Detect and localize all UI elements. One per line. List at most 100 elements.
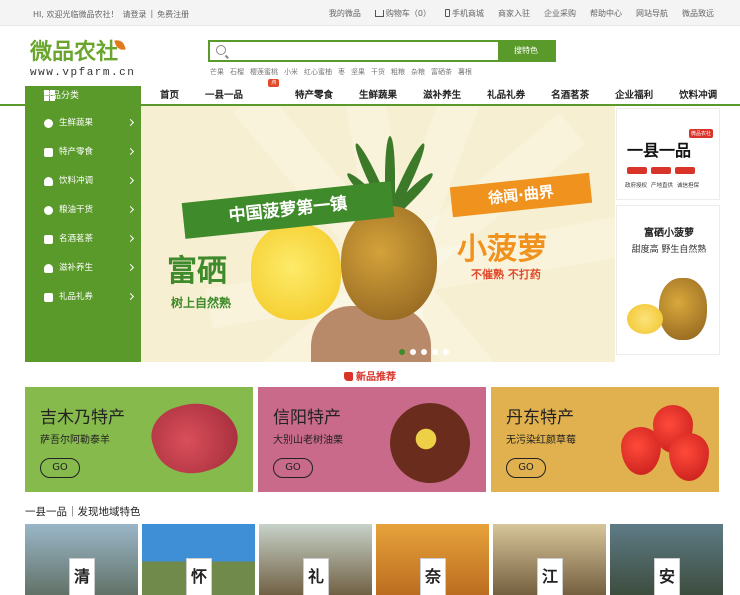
site-nav-link[interactable]: 网站导航: [636, 8, 668, 19]
region-section-title: 一县一品｜发现地域特色: [25, 506, 141, 518]
main-nav: 商品分类 首页 一县一品 热 特产零食 生鲜蔬果 滋补养生 礼品礼券 名酒茗茶 企…: [0, 79, 740, 106]
site-logo[interactable]: 微品农社 www.vpfarm.cn: [30, 34, 150, 80]
product-card-chestnut[interactable]: 信阳特产 大别山老树油栗 GO: [258, 387, 486, 492]
top-bar-links: 我的微品 购物车（0） 手机商城 商家入驻 企业采购 帮助中心 网站导航 微品致…: [329, 8, 714, 19]
promo-card-footer: 政府授权 产地直供 诚信担保: [625, 181, 699, 189]
hero-banner[interactable]: 中国菠萝第一镇 徐闻·曲界 富硒 树上自然熟 小菠萝 不催熟 不打药: [141, 106, 615, 362]
drink-icon: [44, 177, 53, 186]
product-card-lamb[interactable]: 吉木乃特产 萨吾尔阿勒泰羊 GO: [25, 387, 253, 492]
banner-headline-right: 小菠萝: [457, 232, 547, 267]
hotword[interactable]: 小米: [284, 67, 298, 77]
hotword[interactable]: 富硒茶: [431, 67, 452, 77]
carousel-dot[interactable]: [421, 349, 427, 355]
carousel-dot[interactable]: [399, 349, 405, 355]
logo-mark: 微品农社: [30, 34, 150, 66]
hotword[interactable]: 干货: [371, 67, 385, 77]
my-account-link[interactable]: 我的微品: [329, 8, 361, 19]
mobile-store-link[interactable]: 手机商城: [445, 8, 484, 19]
nav-item-home[interactable]: 首页: [160, 86, 179, 106]
go-button[interactable]: GO: [40, 458, 80, 478]
logo-name: 微品农社: [30, 39, 119, 65]
hotword[interactable]: 红心蜜柚: [304, 67, 332, 77]
nav-item-health[interactable]: 滋补养生: [423, 86, 461, 106]
region-photo[interactable]: 礼: [259, 524, 372, 595]
nav-item-corporate[interactable]: 企业福利: [615, 86, 653, 106]
promo-footer-item: 产地直供: [651, 183, 674, 189]
search-icon: [216, 45, 226, 55]
sidebar-item-grains[interactable]: 粮油干货: [25, 196, 141, 225]
nav-item-one-county[interactable]: 一县一品 热: [205, 79, 280, 106]
snack-icon: [44, 148, 53, 157]
search-input[interactable]: [232, 42, 498, 60]
region-caption: 奈: [420, 558, 446, 595]
sidebar-item-drinks[interactable]: 饮料冲调: [25, 167, 141, 196]
carousel-dot[interactable]: [410, 349, 416, 355]
bowl-icon: [44, 264, 53, 273]
sidebar-item-label: 粮油干货: [59, 205, 94, 215]
region-photo[interactable]: 清: [25, 524, 138, 595]
hotword[interactable]: 枣: [338, 67, 345, 77]
enterprise-purchase-link[interactable]: 企业采购: [544, 8, 576, 19]
hotword[interactable]: 粗粮: [391, 67, 405, 77]
carousel-dot[interactable]: [432, 349, 438, 355]
phone-icon: [445, 9, 450, 17]
cart-label: 购物车（0）: [385, 9, 431, 18]
carousel-dots: [399, 349, 449, 355]
category-menu-button[interactable]: 商品分类: [25, 86, 141, 106]
register-link[interactable]: 免费注册: [157, 9, 189, 20]
search-button[interactable]: 搜特色: [498, 42, 554, 60]
region-caption: 安: [654, 558, 680, 595]
nav-item-wine-tea[interactable]: 名酒茗茶: [551, 86, 589, 106]
go-button[interactable]: GO: [506, 458, 546, 478]
merchant-join-link[interactable]: 商家入驻: [498, 8, 530, 19]
sidebar-item-wine-tea[interactable]: 名酒茗茶: [25, 225, 141, 254]
product-card-strawberry[interactable]: 丹东特产 无污染红颜草莓 GO: [491, 387, 719, 492]
sidebar-item-gifts[interactable]: 礼品礼券: [25, 283, 141, 312]
promo-footer-item: 政府授权: [625, 183, 648, 189]
category-sidebar: 生鲜蔬果 特产零食 饮料冲调 粮油干货 名酒茗茶 滋补养生 礼品礼券: [25, 106, 141, 362]
chevron-right-icon: [126, 147, 135, 156]
top-bar: HI, 欢迎光临微品农社！ 请登录 | 免费注册 我的微品 购物车（0） 手机商…: [0, 0, 740, 26]
region-photo[interactable]: 怀: [142, 524, 255, 595]
hot-search-words: 芒果 石榴 樱莲蜜桃 小米 红心蜜柚 枣 坚果 干货 粗粮 杂粮 富硒茶 薯根: [210, 67, 472, 77]
sidebar-item-fresh[interactable]: 生鲜蔬果: [25, 109, 141, 138]
grid-icon: [44, 90, 55, 101]
promo-tags: [627, 167, 695, 174]
login-link[interactable]: 请登录: [122, 9, 146, 20]
promo-footer-item: 诚信担保: [677, 183, 700, 189]
hotword[interactable]: 杂粮: [411, 67, 425, 77]
hotword[interactable]: 坚果: [351, 67, 365, 77]
hotword[interactable]: 薯根: [458, 67, 472, 77]
product-card-subtitle: 无污染红颜草莓: [506, 435, 576, 446]
brand-tag: 微品农社: [688, 129, 713, 138]
region-caption: 怀: [186, 558, 212, 595]
cart-link[interactable]: 购物车（0）: [374, 8, 431, 19]
chevron-right-icon: [126, 176, 135, 185]
nav-item-label: 一县一品: [205, 90, 244, 101]
sidebar-item-health[interactable]: 滋补养生: [25, 254, 141, 283]
go-button[interactable]: GO: [273, 458, 313, 478]
product-card-title: 信阳特产: [273, 408, 341, 428]
region-photo[interactable]: 安: [610, 524, 723, 595]
logo-url: www.vpfarm.cn: [30, 67, 136, 79]
hotword[interactable]: 樱莲蜜桃: [250, 67, 278, 77]
nav-item-snacks[interactable]: 特产零食: [295, 86, 333, 106]
chevron-right-icon: [126, 118, 135, 127]
region-photo[interactable]: 奈: [376, 524, 489, 595]
nav-item-drinks[interactable]: 饮料冲调: [679, 86, 717, 106]
sidebar-item-label: 礼品礼券: [59, 292, 94, 302]
nav-item-gifts[interactable]: 礼品礼券: [487, 86, 525, 106]
hotword[interactable]: 芒果: [210, 67, 224, 77]
promo-card-pineapple[interactable]: 富硒小菠萝 甜度高 野生自然熟: [616, 205, 720, 355]
hotword[interactable]: 石榴: [230, 67, 244, 77]
region-photo[interactable]: 江: [493, 524, 606, 595]
help-center-link[interactable]: 帮助中心: [590, 8, 622, 19]
sidebar-item-snacks[interactable]: 特产零食: [25, 138, 141, 167]
carousel-dot[interactable]: [443, 349, 449, 355]
pineapple-image: [341, 206, 437, 320]
sidebar-item-label: 饮料冲调: [59, 176, 94, 186]
promo-card-one-county[interactable]: 微品农社 一县一品 政府授权 产地直供 诚信担保: [616, 108, 720, 200]
nav-item-fresh[interactable]: 生鲜蔬果: [359, 86, 397, 106]
weipin-zhiyuan-link[interactable]: 微品致远: [682, 8, 714, 19]
banner-ribbon-orange: 徐闻·曲界: [449, 172, 593, 218]
